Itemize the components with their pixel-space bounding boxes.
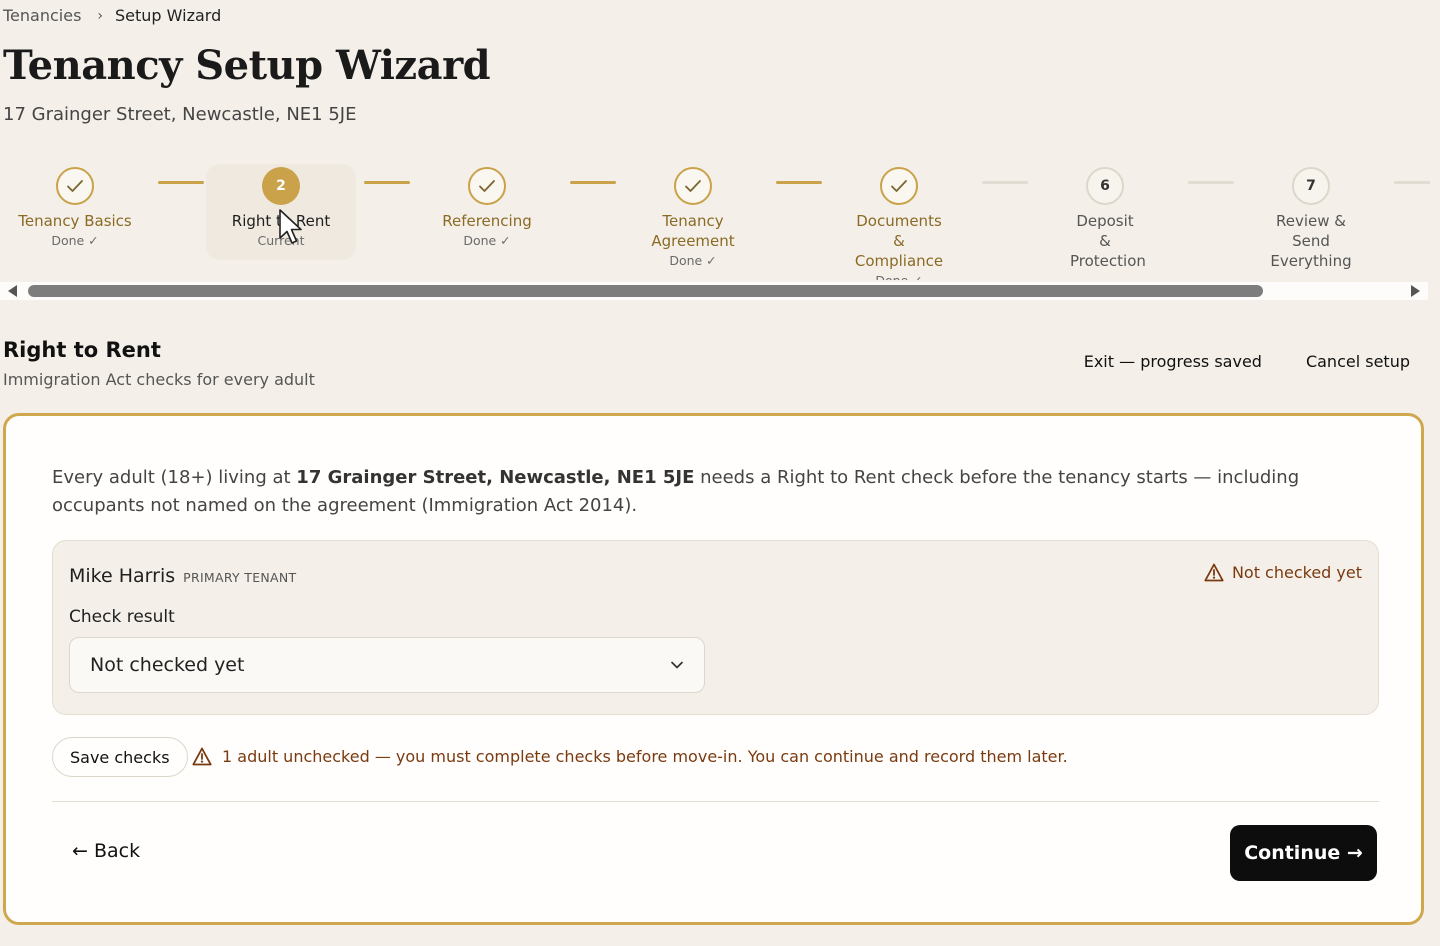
unchecked-warning-text: 1 adult unchecked — you must complete ch… <box>222 747 1068 766</box>
breadcrumb-separator: › <box>97 7 104 24</box>
step-6[interactable]: 6 Deposit & Protection <box>1030 164 1180 271</box>
step-status: Done ✓ <box>824 273 974 280</box>
step-5[interactable]: Documents & Compliance Done ✓ <box>824 164 974 280</box>
check-icon <box>880 167 918 205</box>
continue-button[interactable]: Continue → <box>1230 825 1377 881</box>
back-button[interactable]: ← Back <box>72 840 140 862</box>
check-icon <box>674 167 712 205</box>
stepper-scrollbar[interactable] <box>0 282 1428 300</box>
step-4[interactable]: Tenancy Agreement Done ✓ <box>618 164 768 268</box>
tenant-role: PRIMARY TENANT <box>183 570 297 585</box>
section-title: Right to Rent <box>3 338 161 362</box>
card-divider <box>52 801 1379 802</box>
step-label: Review & Send Everything <box>1270 212 1352 270</box>
step-connector <box>1188 181 1234 184</box>
step-connector <box>158 181 204 184</box>
step-label: Tenancy Agreement <box>651 212 735 250</box>
step-label: Tenancy Basics <box>18 212 132 230</box>
unchecked-warning: 1 adult unchecked — you must complete ch… <box>192 747 1068 766</box>
scroll-left-arrow-icon[interactable] <box>8 285 17 297</box>
status-badge-text: Not checked yet <box>1231 563 1362 582</box>
intro-address: 17 Grainger Street, Newcastle, NE1 5JE <box>296 467 695 488</box>
step-connector <box>982 181 1028 184</box>
property-address: 17 Grainger Street, Newcastle, NE1 5JE <box>3 104 357 125</box>
warning-triangle-icon <box>1204 563 1224 582</box>
save-checks-button[interactable]: Save checks <box>52 737 188 777</box>
page-title: Tenancy Setup Wizard <box>3 42 491 89</box>
mouse-cursor-icon <box>279 209 302 244</box>
step-1[interactable]: Tenancy Basics Done ✓ <box>0 164 150 248</box>
step-connector <box>570 181 616 184</box>
stepper-track: Tenancy BasicsDone ✓2Right to RentCurren… <box>0 150 1430 280</box>
step-status: Done ✓ <box>463 233 511 248</box>
breadcrumb: Tenancies › Setup Wizard <box>3 6 221 25</box>
step-7[interactable]: 7 Review & Send Everything <box>1236 164 1386 271</box>
intro-text: Every adult (18+) living at 17 Grainger … <box>52 464 1362 520</box>
tenant-name-row: Mike Harris PRIMARY TENANT <box>69 565 297 587</box>
check-result-value: Not checked yet <box>90 654 245 676</box>
step-3[interactable]: Referencing Done ✓ <box>412 164 562 248</box>
step-connector <box>776 181 822 184</box>
step-number: 2 <box>262 167 300 205</box>
status-badge: Not checked yet <box>1204 563 1362 582</box>
breadcrumb-current: Setup Wizard <box>115 6 222 25</box>
scrollbar-thumb[interactable] <box>28 285 1263 297</box>
step-number: 7 <box>1292 167 1330 205</box>
wizard-stepper: Tenancy BasicsDone ✓2Right to RentCurren… <box>0 150 1430 302</box>
chevron-down-icon <box>671 661 683 669</box>
step-label: Documents & Compliance <box>854 212 944 270</box>
check-result-label: Check result <box>69 607 175 627</box>
check-icon <box>468 167 506 205</box>
warning-triangle-icon <box>192 747 212 766</box>
check-icon <box>56 167 94 205</box>
section-subtitle: Immigration Act checks for every adult <box>3 370 315 389</box>
exit-button[interactable]: Exit — progress saved <box>1084 352 1262 371</box>
step-status: Done ✓ <box>51 233 99 248</box>
step-label: Deposit & Protection <box>1070 212 1146 270</box>
tenant-name: Mike Harris <box>69 565 176 587</box>
intro-text-start: Every adult (18+) living at <box>52 467 297 488</box>
cancel-setup-button[interactable]: Cancel setup <box>1306 352 1410 371</box>
check-result-select[interactable]: Not checked yet <box>69 637 705 693</box>
wizard-top-actions: Exit — progress saved Cancel setup <box>1084 352 1410 371</box>
tenant-check-panel: Mike Harris PRIMARY TENANT Not checked y… <box>52 540 1379 715</box>
step-connector <box>1394 181 1430 184</box>
step-status: Done ✓ <box>669 253 717 268</box>
step-label: Referencing <box>442 212 532 230</box>
breadcrumb-tenancies-link[interactable]: Tenancies <box>3 6 81 25</box>
step-number: 6 <box>1086 167 1124 205</box>
right-to-rent-card: Every adult (18+) living at 17 Grainger … <box>3 413 1424 925</box>
scroll-right-arrow-icon[interactable] <box>1411 285 1420 297</box>
step-connector <box>364 181 410 184</box>
